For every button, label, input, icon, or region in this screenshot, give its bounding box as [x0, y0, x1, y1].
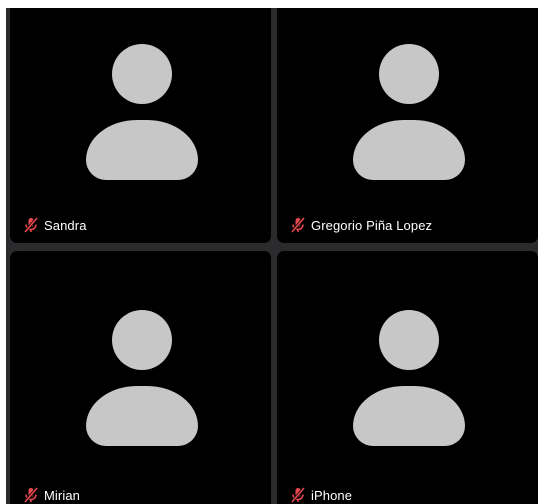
- video-grid: Sandra Gregorio Piña Lopez Mirian iPhone: [6, 8, 538, 504]
- person-placeholder-icon: [86, 310, 198, 446]
- participant-name: Gregorio Piña Lopez: [311, 217, 433, 233]
- avatar-shoulders: [86, 120, 198, 180]
- participant-nameplate: Mirian: [22, 485, 80, 504]
- participant-name: Sandra: [44, 217, 87, 233]
- avatar-head: [379, 44, 439, 104]
- microphone-muted-icon: [290, 217, 306, 233]
- microphone-muted-icon: [23, 487, 39, 503]
- avatar-head: [379, 310, 439, 370]
- participant-tile-gregorio[interactable]: Gregorio Piña Lopez: [277, 8, 538, 243]
- participant-name: Mirian: [44, 487, 80, 503]
- person-placeholder-icon: [353, 310, 465, 446]
- person-placeholder-icon: [353, 44, 465, 180]
- microphone-muted-icon: [290, 487, 306, 503]
- participant-nameplate: Gregorio Piña Lopez: [289, 215, 432, 235]
- avatar-head: [112, 44, 172, 104]
- person-placeholder-icon: [86, 44, 198, 180]
- participant-nameplate: iPhone: [289, 485, 352, 504]
- participant-tile-mirian[interactable]: Mirian: [10, 251, 271, 504]
- participant-tile-sandra[interactable]: Sandra: [10, 8, 271, 243]
- avatar-shoulders: [353, 386, 465, 446]
- avatar-shoulders: [353, 120, 465, 180]
- microphone-muted-icon: [23, 217, 39, 233]
- participant-name: iPhone: [311, 487, 353, 503]
- participant-tile-iphone[interactable]: iPhone: [277, 251, 538, 504]
- avatar-shoulders: [86, 386, 198, 446]
- participant-nameplate: Sandra: [22, 215, 87, 235]
- avatar-head: [112, 310, 172, 370]
